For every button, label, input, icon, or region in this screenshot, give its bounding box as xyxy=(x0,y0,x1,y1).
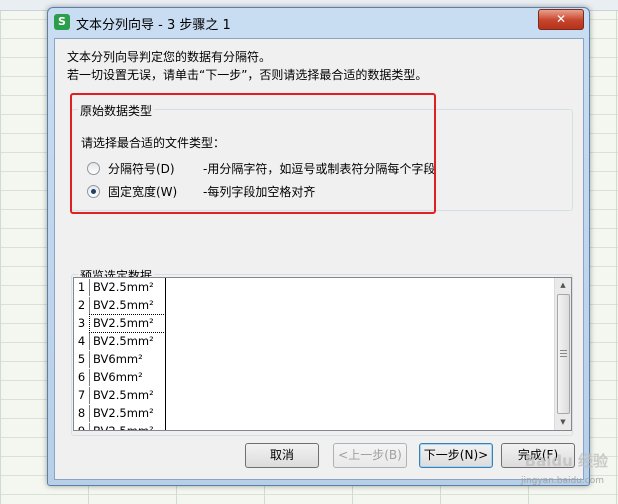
preview-cell[interactable]: BV6mm² xyxy=(89,350,165,368)
preview-cell[interactable]: BV2.5mm² xyxy=(89,296,165,314)
preview-row: 2 BV2.5mm² xyxy=(74,296,165,314)
scroll-down-arrow-icon[interactable]: ▼ xyxy=(558,417,568,427)
preview-row-number: 1 xyxy=(77,280,86,294)
preview-row: 8 BV2.5mm² xyxy=(74,404,165,422)
preview-row-number: 5 xyxy=(77,352,86,366)
preview-cell[interactable]: BV2.5mm² xyxy=(89,422,165,430)
preview-row: 3 BV2.5mm² xyxy=(74,313,166,333)
title-bar[interactable]: S 文本分列向导 - 3 步骤之 1 ✕ xyxy=(48,8,589,38)
text-to-columns-dialog: S 文本分列向导 - 3 步骤之 1 ✕ 文本分列向导判定您的数据有分隔符。 若… xyxy=(47,7,590,486)
preview-pane[interactable]: 1 BV2.5mm² 2 BV2.5mm² 3 BV2.5mm² 4 BV2.5mm² 5 BV6… xyxy=(73,277,572,431)
preview-row: 9 BV2.5mm² xyxy=(74,422,165,431)
close-button[interactable]: ✕ xyxy=(538,9,584,30)
vertical-scrollbar[interactable]: ▲ ▼ xyxy=(554,278,571,430)
preview-row-number: 4 xyxy=(77,334,86,348)
preview-cell[interactable]: BV2.5mm² xyxy=(89,313,166,333)
dialog-body: 文本分列向导判定您的数据有分隔符。 若一切设置无误，请单击“下一步”，否则请选择… xyxy=(54,38,584,480)
preview-row: 7 BV2.5mm² xyxy=(74,386,165,404)
preview-row: 6 BV6mm² xyxy=(74,368,165,386)
back-button[interactable]: <上一步(B) xyxy=(333,443,407,468)
next-button[interactable]: 下一步(N)> xyxy=(419,443,493,468)
preview-row-number: 9 xyxy=(77,424,86,431)
wps-app-icon: S xyxy=(54,14,70,30)
thumb-grip-line xyxy=(560,350,567,351)
preview-row-number: 8 xyxy=(77,406,86,420)
preview-row-number: 7 xyxy=(77,388,86,402)
preview-cell[interactable]: BV2.5mm² xyxy=(89,386,165,404)
scrollbar-thumb[interactable] xyxy=(557,294,570,414)
preview-row-number: 6 xyxy=(77,370,86,384)
description-line-2: 若一切设置无误，请单击“下一步”，否则请选择最合适的数据类型。 xyxy=(67,68,428,82)
preview-row-number: 3 xyxy=(77,316,86,330)
thumb-grip-line xyxy=(560,353,567,354)
baidu-watermark: Baidu 经验 xyxy=(524,452,608,470)
preview-cell[interactable]: BV2.5mm² xyxy=(89,404,165,422)
description-line-1: 文本分列向导判定您的数据有分隔符。 xyxy=(67,50,272,64)
scroll-up-arrow-icon[interactable]: ▲ xyxy=(558,280,568,290)
cancel-button[interactable]: 取消 xyxy=(245,443,319,468)
column-break-line[interactable] xyxy=(165,278,166,430)
preview-cell[interactable]: BV6mm² xyxy=(89,368,165,386)
dialog-title: 文本分列向导 - 3 步骤之 1 xyxy=(76,18,231,33)
baidu-watermark-url: jingyan.baidu.com xyxy=(520,476,604,486)
preview-cell[interactable]: BV2.5mm² xyxy=(89,278,165,296)
preview-row: 1 BV2.5mm² xyxy=(74,278,165,296)
preview-row-number: 2 xyxy=(77,298,86,312)
preview-row: 4 BV2.5mm² xyxy=(74,332,165,350)
highlight-box xyxy=(70,93,436,214)
preview-cell[interactable]: BV2.5mm² xyxy=(89,332,165,350)
preview-row: 5 BV6mm² xyxy=(74,350,165,368)
thumb-grip-line xyxy=(560,356,567,357)
